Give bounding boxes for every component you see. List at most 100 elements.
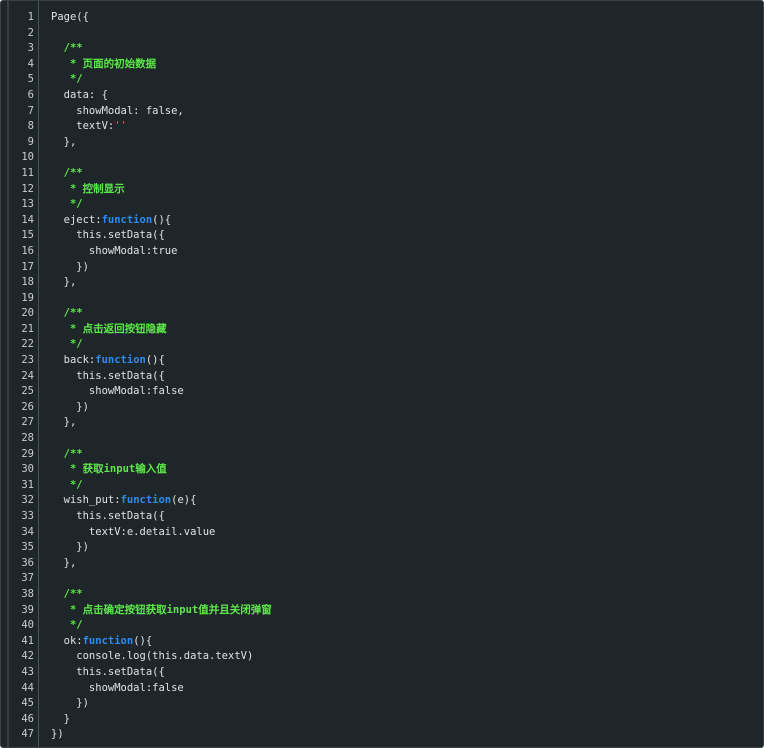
- line-number: 2: [27, 26, 34, 39]
- line-number: 1: [27, 11, 34, 23]
- line-number: 12: [21, 182, 34, 195]
- line-number: 19: [21, 291, 34, 304]
- line-number: 23: [21, 354, 34, 367]
- code-line: data: {: [51, 88, 757, 104]
- code-line: showModal: false,: [51, 104, 757, 120]
- line-number: 14: [21, 213, 34, 226]
- code-token-string: '': [114, 120, 127, 133]
- line-number: 3: [27, 42, 34, 55]
- line-number: 32: [21, 494, 34, 507]
- code-token-default: Page({: [51, 11, 89, 23]
- code-token-default: showModal:false: [51, 385, 184, 398]
- line-number: 44: [21, 681, 34, 694]
- line-number: 24: [21, 369, 34, 382]
- code-token-comment: * 页面的初始数据: [51, 57, 157, 70]
- line-number: 18: [21, 276, 34, 289]
- line-number: 34: [21, 525, 34, 538]
- code-line: * 页面的初始数据: [51, 57, 757, 73]
- code-token-default: }): [51, 541, 89, 554]
- code-token-default: },: [51, 416, 77, 429]
- code-line: ok:function(){: [51, 634, 757, 650]
- line-number: 8: [27, 120, 34, 133]
- line-number: 25: [21, 385, 34, 398]
- code-line: this.setData({: [51, 228, 757, 244]
- code-token-default: showModal:false: [51, 681, 184, 694]
- code-token-default: }): [51, 728, 64, 741]
- code-line: this.setData({: [51, 369, 757, 385]
- code-token-comment: /**: [51, 42, 83, 55]
- code-token-default: eject:: [51, 213, 102, 226]
- code-token-comment: */: [51, 338, 83, 351]
- code-token-default: (){: [133, 634, 153, 647]
- code-line: */: [51, 478, 757, 494]
- code-line: */: [51, 618, 757, 634]
- code-line: /**: [51, 41, 757, 57]
- line-number: 36: [21, 556, 34, 569]
- code-line: }): [51, 696, 757, 712]
- line-number: 33: [21, 510, 34, 522]
- line-number-gutter: 1 2 3 4 5 6 7 8 9 10 11 12 13 14 15 16 17 18 19 20 21 22 23 24 2…: [9, 10, 37, 743]
- code-token-comment: /**: [51, 166, 83, 179]
- code-token-keyword: function: [120, 494, 172, 507]
- code-area[interactable]: Page({ /** * 页面的初始数据 */ data: { showModa…: [51, 10, 757, 743]
- code-token-comment: /**: [51, 447, 83, 460]
- line-number: 45: [21, 697, 34, 710]
- line-number: 13: [21, 198, 34, 211]
- line-number: 28: [21, 432, 34, 445]
- code-line: back:function(){: [51, 353, 757, 369]
- code-token-default: (){: [152, 213, 172, 226]
- line-number: 10: [21, 151, 34, 164]
- code-token-default: textV:e.detail.value: [51, 525, 216, 538]
- code-token-default: console.log(this.data.textV): [51, 650, 254, 663]
- code-line: }): [51, 727, 757, 743]
- line-number: 9: [27, 135, 34, 148]
- code-token-default: data: {: [51, 88, 108, 101]
- line-number: 20: [21, 307, 34, 320]
- line-number: 42: [21, 650, 34, 663]
- code-line: * 点击确定按钮获取input值并且关闭弹窗: [51, 603, 757, 619]
- line-number: 37: [21, 572, 34, 585]
- line-number: 26: [21, 400, 34, 413]
- code-line: */: [51, 72, 757, 88]
- code-token-default: this.setData({: [51, 665, 165, 678]
- line-number: 21: [21, 322, 34, 335]
- gutter-divider: [38, 1, 39, 747]
- code-line: wish_put:function(e){: [51, 493, 757, 509]
- code-line: }): [51, 400, 757, 416]
- line-number: 43: [21, 665, 34, 678]
- code-token-comment: */: [51, 478, 83, 491]
- line-number: 47: [21, 728, 34, 741]
- code-token-default: }: [51, 712, 70, 725]
- line-number: 6: [27, 88, 34, 101]
- line-number: 39: [21, 603, 34, 616]
- line-number: 35: [21, 541, 34, 554]
- code-token-default: back:: [51, 354, 96, 367]
- code-line: textV:e.detail.value: [51, 525, 757, 541]
- code-token-default: },: [51, 276, 77, 289]
- code-line: textV:'': [51, 119, 757, 135]
- code-line: * 点击返回按钮隐藏: [51, 322, 757, 338]
- line-number: 46: [21, 712, 34, 725]
- code-line: */: [51, 197, 757, 213]
- code-line: */: [51, 337, 757, 353]
- code-line: eject:function(){: [51, 213, 757, 229]
- line-number: 40: [21, 619, 34, 632]
- code-editor[interactable]: 1 2 3 4 5 6 7 8 9 10 11 12 13 14 15 16 17 18 19 20 21 22 23 24 2…: [0, 0, 764, 748]
- code-line: showModal:false: [51, 681, 757, 697]
- code-token-comment: */: [51, 73, 83, 86]
- code-line: },: [51, 135, 757, 151]
- code-token-default: (e){: [171, 494, 197, 507]
- code-token-default: this.setData({: [51, 510, 165, 522]
- code-token-comment: */: [51, 198, 83, 211]
- code-token-default: (){: [145, 354, 165, 367]
- line-number: 30: [21, 463, 34, 476]
- code-token-comment: /**: [51, 587, 83, 600]
- line-number: 7: [27, 104, 34, 117]
- code-line: }): [51, 260, 757, 276]
- line-number: 41: [21, 634, 34, 647]
- line-number: 31: [21, 478, 34, 491]
- code-token-default: textV:: [51, 120, 115, 133]
